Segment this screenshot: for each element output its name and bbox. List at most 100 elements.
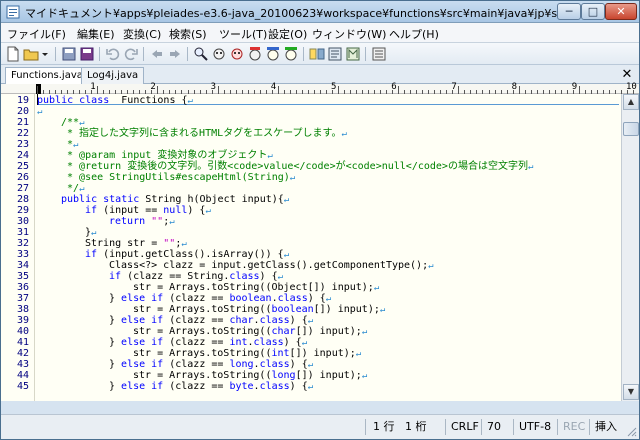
status-char-code: 70 — [487, 420, 501, 433]
code-keyword: return — [109, 216, 146, 227]
line-number: 39 — [16, 315, 29, 326]
code-area[interactable]: public class Functions {↵ ↵/**↵ * 指定した文字列… — [37, 94, 619, 401]
menu-file[interactable]: ファイル(F) — [7, 26, 66, 42]
end-of-line-icon: ↵ — [169, 217, 175, 227]
close-tab-icon[interactable]: ✕ — [620, 68, 634, 82]
line-number: 20 — [16, 106, 29, 117]
code-line: * @return 変換後の文字列。引数<code>value</code>が<… — [61, 161, 533, 172]
code-keyword: byte — [229, 381, 254, 392]
toolbar-separator — [143, 47, 144, 61]
line-number: 33 — [16, 249, 29, 260]
status-encoding[interactable]: UTF-8 — [519, 420, 551, 436]
text-editor[interactable]: 19 20 21 22 23 24 25 26 27 28 29 30 31 32 33 34 35 36 37 38… — [1, 94, 621, 401]
end-of-line-icon: ↵ — [325, 294, 332, 304]
code-text: (clazz == String. — [121, 271, 230, 282]
menu-help[interactable]: ヘルプ(H) — [389, 26, 439, 42]
status-column: 1 桁 — [405, 420, 427, 433]
back-icon[interactable] — [149, 46, 165, 62]
scroll-down-arrow[interactable]: ▼ — [623, 384, 639, 400]
outline-icon[interactable] — [327, 46, 343, 62]
code-text: str = Arrays.toString((Object[]) input); — [133, 282, 374, 293]
code-line: str = Arrays.toString((long[]) input);↵ — [133, 370, 367, 381]
code-text: Functions { — [109, 95, 188, 106]
menu-window[interactable]: ウィンドウ(W) — [312, 26, 386, 42]
undo-icon[interactable] — [105, 46, 121, 62]
toolbar-separator — [365, 47, 366, 61]
save-icon[interactable] — [61, 46, 77, 62]
line-number: 40 — [16, 326, 29, 337]
code-line: } else if (clazz == char.class) {↵ — [109, 315, 313, 326]
code-text: } — [109, 337, 122, 348]
ruler-number: 5 — [331, 82, 337, 92]
menu-settings[interactable]: 設定(O) — [268, 26, 307, 42]
redo-icon[interactable] — [123, 46, 139, 62]
tab-bar: Functions.java Log4j.java ✕ — [1, 65, 639, 85]
code-keyword: else if — [121, 337, 164, 348]
ruler-number: 8 — [511, 82, 518, 92]
toolbar-separator — [187, 47, 188, 61]
search-next-icon[interactable] — [229, 46, 245, 62]
macro-icon[interactable] — [345, 46, 361, 62]
dropdown-arrow-icon[interactable] — [41, 46, 49, 62]
code-text: (clazz == — [163, 381, 230, 392]
toolbar-separator — [99, 47, 100, 61]
scroll-up-arrow[interactable]: ▲ — [623, 94, 639, 110]
ruler-tick — [578, 86, 580, 94]
code-line: * @see StringUtils#escapeHtml(String)↵ — [61, 172, 295, 183]
code-keyword: class — [259, 359, 290, 370]
code-line: str = Arrays.toString((boolean[]) input)… — [133, 304, 385, 315]
replace-icon[interactable] — [247, 46, 263, 62]
search-icon[interactable] — [193, 46, 209, 62]
end-of-line-icon: ↵ — [307, 360, 314, 370]
compare-icon[interactable] — [309, 46, 325, 62]
maximize-button[interactable]: □ — [581, 3, 605, 20]
end-of-line-icon: ↵ — [277, 272, 284, 282]
save-all-icon[interactable] — [79, 46, 95, 62]
menu-edit[interactable]: 編集(E) — [77, 26, 115, 42]
code-line: str = Arrays.toString((int[]) input);↵ — [133, 348, 361, 359]
code-line: str = Arrays.toString((Object[]) input);… — [133, 282, 379, 293]
code-text: ) { — [259, 271, 278, 282]
minimize-button[interactable]: ─ — [557, 3, 581, 20]
status-line-ending[interactable]: CRLF — [451, 420, 479, 436]
line-number: 38 — [16, 304, 29, 315]
code-text: (clazz == — [163, 315, 230, 326]
code-keyword: long — [271, 370, 296, 381]
grep-icon[interactable] — [265, 46, 281, 62]
code-line: } else if (clazz == byte.class) {↵ — [109, 381, 313, 392]
code-line: } else if (clazz == boolean.class) {↵ — [109, 293, 331, 304]
tab-functions-java[interactable]: Functions.java — [5, 67, 89, 85]
close-button[interactable]: ✕ — [605, 3, 637, 20]
ruler-tick — [37, 86, 38, 94]
code-text: } — [109, 315, 122, 326]
code-keyword: class — [229, 271, 260, 282]
jump-icon[interactable] — [283, 46, 299, 62]
ruler-tick — [398, 86, 400, 94]
code-text: String h(Object input){ — [139, 194, 284, 205]
menu-tools[interactable]: ツール(T) — [219, 26, 267, 42]
code-text: Class<?> clazz = input.getClass().getCom… — [109, 260, 429, 271]
resize-grip-icon[interactable] — [625, 425, 637, 437]
status-input-mode[interactable]: 挿入 — [595, 420, 617, 436]
title-bar[interactable]: マイドキュメント¥apps¥pleiades-e3.6-java_2010062… — [1, 1, 639, 23]
new-file-icon[interactable] — [5, 46, 21, 62]
line-number: 37 — [16, 293, 29, 304]
code-keyword: int — [271, 348, 290, 359]
scroll-thumb[interactable] — [623, 122, 639, 136]
search-prev-icon[interactable] — [211, 46, 227, 62]
line-number: 19 — [16, 95, 29, 106]
menu-search[interactable]: 検索(S) — [169, 26, 207, 42]
settings-icon[interactable] — [371, 46, 387, 62]
code-text: } — [109, 381, 122, 392]
code-line: } else if (clazz == long.class) {↵ — [109, 359, 313, 370]
vertical-scrollbar[interactable]: ▲ ▼ — [621, 94, 639, 401]
code-text: []) input); — [313, 304, 380, 315]
forward-icon[interactable] — [167, 46, 183, 62]
menu-convert[interactable]: 変換(C) — [123, 26, 161, 42]
ruler-number: 3 — [210, 82, 217, 92]
end-of-line-icon: ↵ — [379, 305, 386, 315]
end-of-line-icon: ↵ — [301, 338, 308, 348]
open-folder-icon[interactable] — [23, 46, 39, 62]
app-icon — [6, 5, 20, 19]
line-number: 34 — [16, 260, 29, 271]
